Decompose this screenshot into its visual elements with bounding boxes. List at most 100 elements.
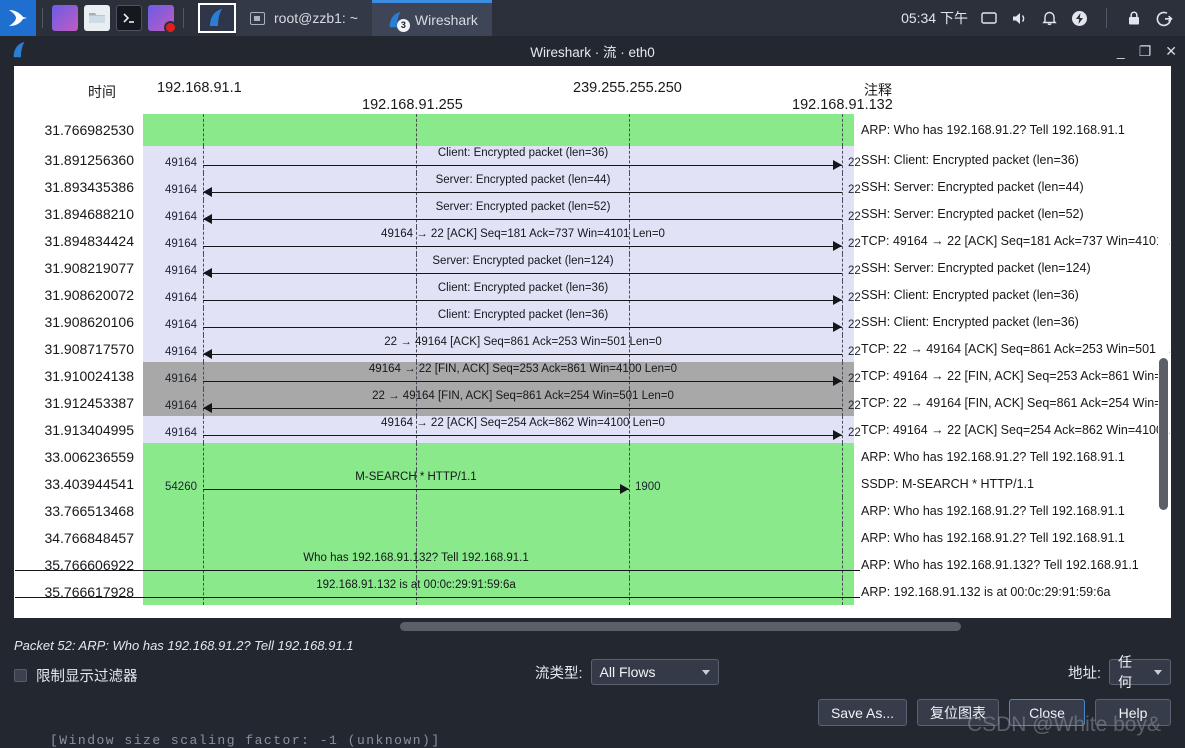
- flow-graph-row[interactable]: 33.766513468ARP: Who has 192.168.91.2? T…: [14, 497, 1171, 524]
- packet-arrow-head: [203, 214, 212, 224]
- taskbar-launchers: [0, 0, 236, 36]
- flow-graph-row[interactable]: 31.89483442449164 → 22 [ACK] Seq=181 Ack…: [14, 227, 1171, 254]
- destination-port-label: 22: [848, 400, 861, 412]
- row-diagram-cell[interactable]: Client: Encrypted packet (len=36)4916422: [142, 281, 854, 308]
- node-address-header-1: 192.168.91.255: [362, 97, 463, 113]
- packet-arrow-line: [203, 354, 842, 355]
- packet-arrow: 22 → 49164 [ACK] Seq=861 Ack=253 Win=501…: [143, 335, 854, 362]
- packet-arrow-line: [203, 300, 842, 301]
- flow-graph-row[interactable]: 31.91245338722 → 49164 [FIN, ACK] Seq=86…: [14, 389, 1171, 416]
- close-window-button[interactable]: ✕: [1165, 44, 1177, 58]
- volume-icon[interactable]: [1010, 9, 1028, 27]
- flow-graph-row[interactable]: 33.006236559ARP: Who has 192.168.91.2? T…: [14, 443, 1171, 470]
- node-guide-line-3: [842, 524, 843, 551]
- display-icon[interactable]: [980, 9, 998, 27]
- node-guide-line-0: [203, 443, 204, 470]
- row-diagram-cell[interactable]: Client: Encrypted packet (len=36)4916422: [142, 308, 854, 335]
- row-comment: ARP: Who has 192.168.91.2? Tell 192.168.…: [854, 114, 1171, 146]
- flow-graph-column-headers: 时间 注释 192.168.91.1192.168.91.255239.255.…: [14, 66, 1171, 114]
- row-diagram-cell[interactable]: [142, 497, 854, 524]
- packet-arrow-line: [15, 570, 860, 571]
- folder-icon[interactable]: [84, 5, 110, 31]
- packet-arrow: Server: Encrypted packet (len=44)4916422: [143, 173, 854, 200]
- row-timestamp: 31.908620072: [14, 281, 142, 308]
- packet-arrow-head: [833, 160, 842, 170]
- row-comment: SSH: Client: Encrypted packet (len=36): [854, 146, 1171, 173]
- graph-horizontal-scrollbar-thumb[interactable]: [400, 622, 961, 631]
- packet-arrow: 49164 → 22 [ACK] Seq=254 Ack=862 Win=410…: [143, 416, 854, 443]
- address-select[interactable]: 任何: [1109, 659, 1171, 685]
- row-comment: SSH: Server: Encrypted packet (len=52): [854, 200, 1171, 227]
- row-diagram-cell[interactable]: Server: Encrypted packet (len=124)491642…: [142, 254, 854, 281]
- limit-to-display-filter-checkbox[interactable]: [14, 669, 27, 682]
- flow-graph-row[interactable]: 31.894688210Server: Encrypted packet (le…: [14, 200, 1171, 227]
- flow-graph-row[interactable]: 31.908219077Server: Encrypted packet (le…: [14, 254, 1171, 281]
- maximize-button[interactable]: ❐: [1139, 44, 1152, 58]
- graph-vertical-scrollbar-thumb[interactable]: [1159, 358, 1168, 510]
- packet-arrow-line: [203, 273, 842, 274]
- flow-graph-row[interactable]: 35.766606922Who has 192.168.91.132? Tell…: [14, 551, 1171, 578]
- graph-horizontal-scrollbar[interactable]: [14, 622, 1171, 632]
- row-diagram-cell[interactable]: [142, 443, 854, 470]
- flow-graph-row[interactable]: 31.90871757022 → 49164 [ACK] Seq=861 Ack…: [14, 335, 1171, 362]
- notification-bell-icon[interactable]: [1040, 9, 1058, 27]
- packet-arrow-label: 192.168.91.132 is at 00:0c:29:91:59:6a: [316, 579, 516, 591]
- row-timestamp: 31.908717570: [14, 335, 142, 362]
- source-port-label: 49164: [165, 184, 197, 196]
- row-comment: ARP: Who has 192.168.91.2? Tell 192.168.…: [854, 443, 1171, 470]
- flow-graph-row[interactable]: 35.766617928192.168.91.132 is at 00:0c:2…: [14, 578, 1171, 605]
- row-diagram-cell[interactable]: Client: Encrypted packet (len=36)4916422: [142, 146, 854, 173]
- logout-icon[interactable]: [1155, 9, 1173, 27]
- flow-graph-row[interactable]: 31.891256360Client: Encrypted packet (le…: [14, 146, 1171, 173]
- flow-graph-row[interactable]: 31.908620106Client: Encrypted packet (le…: [14, 308, 1171, 335]
- destination-port-label: 22: [848, 265, 861, 277]
- minimize-button[interactable]: _: [1117, 44, 1125, 58]
- power-icon[interactable]: [1070, 9, 1088, 27]
- flow-graph-row[interactable]: 31.91002413849164 → 22 [FIN, ACK] Seq=25…: [14, 362, 1171, 389]
- flow-type-select[interactable]: All Flows: [591, 659, 719, 685]
- row-diagram-cell[interactable]: [142, 524, 854, 551]
- row-diagram-cell[interactable]: Server: Encrypted packet (len=52)4916422: [142, 200, 854, 227]
- source-port-label: 49164: [165, 319, 197, 331]
- packet-arrow-line: [15, 597, 860, 598]
- save-as-button[interactable]: Save As...: [818, 699, 907, 726]
- flow-graph-row[interactable]: 33.403944541M-SEARCH * HTTP/1.1542601900…: [14, 470, 1171, 497]
- source-port-label: 54260: [165, 481, 197, 493]
- terminal-icon[interactable]: [116, 5, 142, 31]
- kali-menu-icon[interactable]: [0, 0, 36, 36]
- row-diagram-cell[interactable]: M-SEARCH * HTTP/1.1542601900: [142, 470, 854, 497]
- flow-type-label: 流类型:: [535, 662, 583, 683]
- row-diagram-cell[interactable]: 22 → 49164 [FIN, ACK] Seq=861 Ack=254 Wi…: [142, 389, 854, 416]
- row-diagram-cell[interactable]: 49164 → 22 [FIN, ACK] Seq=253 Ack=861 Wi…: [142, 362, 854, 389]
- row-diagram-cell[interactable]: 22 → 49164 [ACK] Seq=861 Ack=253 Win=501…: [142, 335, 854, 362]
- source-port-label: 49164: [165, 211, 197, 223]
- row-timestamp: 31.913404995: [14, 416, 142, 443]
- taskbar-window-terminal[interactable]: root@zzb1: ~: [236, 0, 372, 36]
- node-guide-line-0: [203, 524, 204, 551]
- row-diagram-cell[interactable]: Who has 192.168.91.132? Tell 192.168.91.…: [142, 551, 854, 578]
- flow-graph-row[interactable]: 31.908620072Client: Encrypted packet (le…: [14, 281, 1171, 308]
- screen-recorder-icon[interactable]: [148, 5, 174, 31]
- clock[interactable]: 05:34 下午: [901, 8, 968, 28]
- flow-graph-row[interactable]: 31.766982530ARP: Who has 192.168.91.2? T…: [14, 114, 1171, 146]
- packet-arrow-line: [203, 192, 842, 193]
- wireshark-icon[interactable]: [198, 3, 236, 33]
- taskbar-window-wireshark[interactable]: 3 Wireshark: [372, 0, 492, 36]
- flow-graph-row[interactable]: 31.91340499549164 → 22 [ACK] Seq=254 Ack…: [14, 416, 1171, 443]
- row-diagram-cell[interactable]: 192.168.91.132 is at 00:0c:29:91:59:6a: [142, 578, 854, 605]
- lock-icon[interactable]: [1125, 9, 1143, 27]
- row-diagram-cell[interactable]: Server: Encrypted packet (len=44)4916422: [142, 173, 854, 200]
- files-icon[interactable]: [52, 5, 78, 31]
- limit-to-display-filter-label[interactable]: 限制显示过滤器: [36, 665, 138, 686]
- watermark-text: CSDN @White boy&: [967, 713, 1161, 737]
- flow-graph-row[interactable]: 31.893435386Server: Encrypted packet (le…: [14, 173, 1171, 200]
- source-port-label: 49164: [165, 346, 197, 358]
- flow-graph-row[interactable]: 34.766848457ARP: Who has 192.168.91.2? T…: [14, 524, 1171, 551]
- flow-graph-canvas[interactable]: 时间 注释 192.168.91.1192.168.91.255239.255.…: [14, 66, 1171, 618]
- row-diagram-cell[interactable]: 49164 → 22 [ACK] Seq=254 Ack=862 Win=410…: [142, 416, 854, 443]
- row-diagram-cell[interactable]: 49164 → 22 [ACK] Seq=181 Ack=737 Win=410…: [142, 227, 854, 254]
- row-timestamp: 34.766848457: [14, 524, 142, 551]
- row-diagram-cell[interactable]: [142, 114, 854, 146]
- destination-port-label: 22: [848, 346, 861, 358]
- graph-vertical-scrollbar[interactable]: [1158, 68, 1169, 616]
